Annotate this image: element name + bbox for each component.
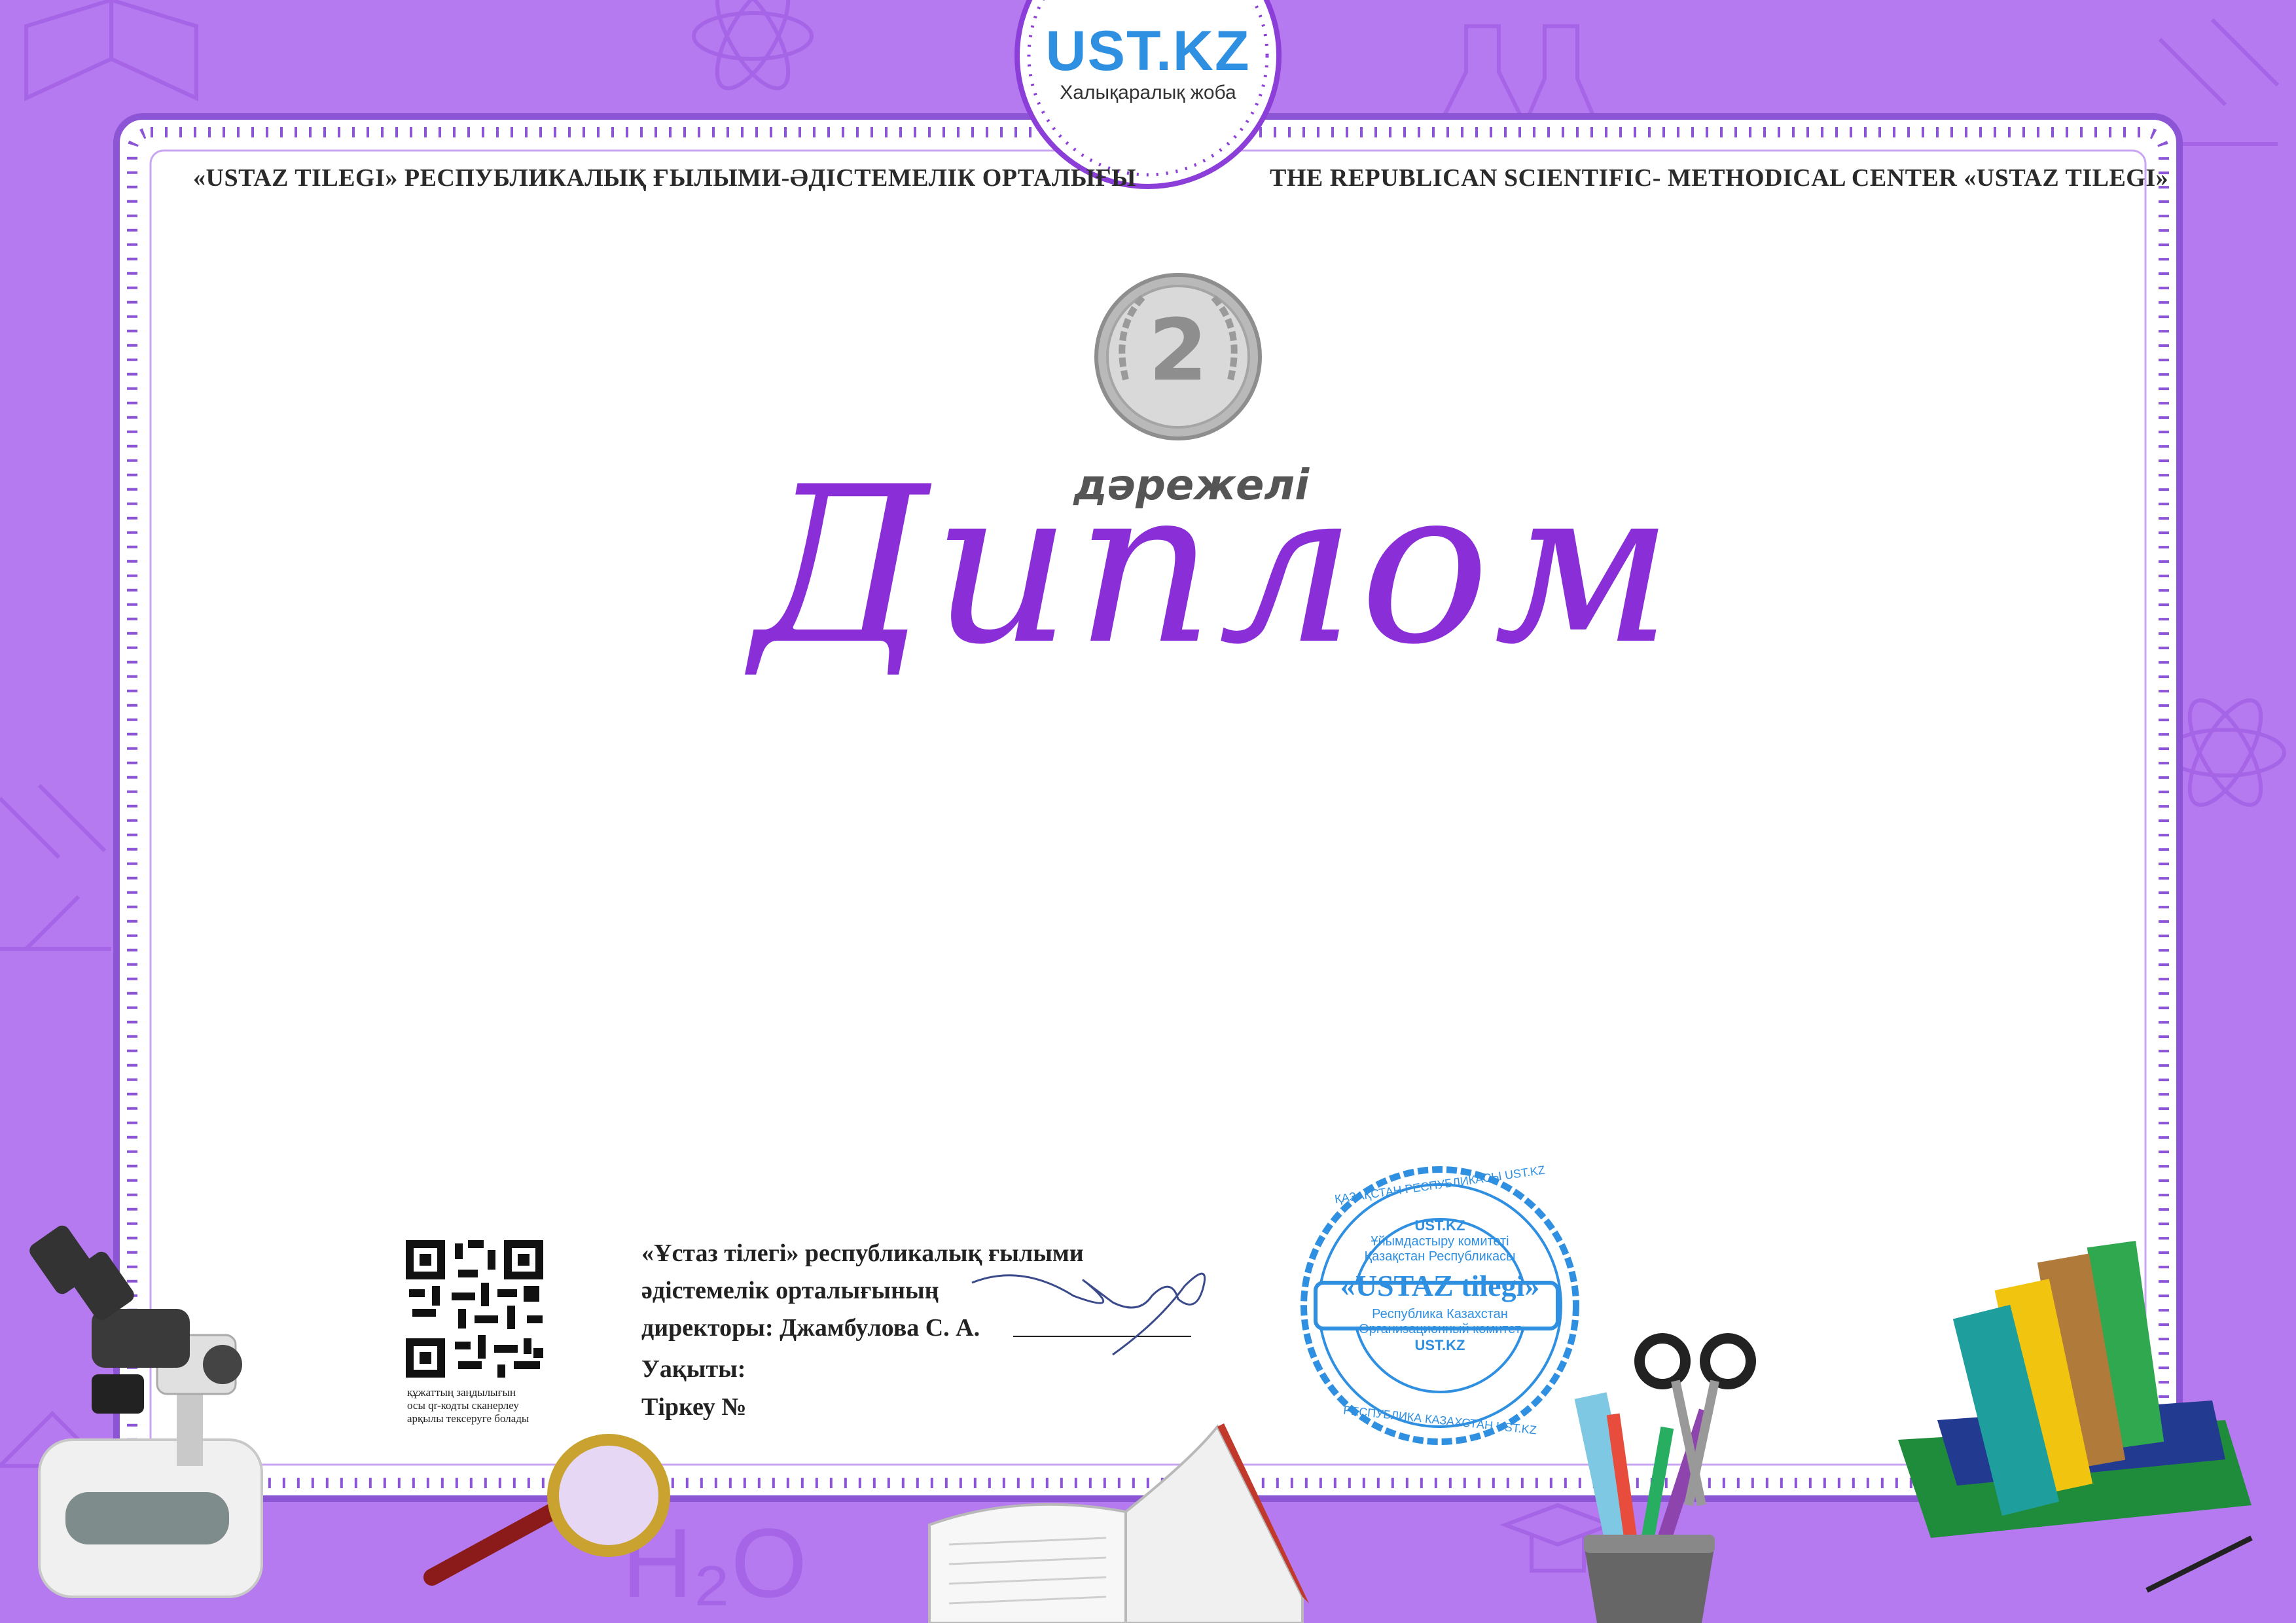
stamp-inner-line: Организационный комитет <box>1359 1322 1521 1336</box>
qr-caption-line: арқылы тексеруге болады <box>407 1412 529 1425</box>
logo-block: UST.KZ Халықаралық жоба <box>1043 23 1253 104</box>
diploma-background: H₂O <box>0 0 2286 1623</box>
qr-caption-line: осы qr-кодты сканерлеу <box>407 1399 519 1412</box>
stamp-inner-line: UST.KZ <box>1414 1217 1465 1234</box>
qr-code <box>406 1240 543 1378</box>
signature-line-3: директоры: Джамбулова С. А. <box>641 1314 980 1342</box>
stamp-inner-line: Республика Казахстан <box>1372 1307 1508 1321</box>
qr-caption: құжаттың заңдылығын осы qr-кодты сканерл… <box>407 1386 577 1425</box>
medal-number: 2 <box>1148 300 1208 400</box>
stamp-inner-line: UST.KZ <box>1414 1337 1465 1353</box>
stamp-inner-line: Қазақстан Республикасы <box>1364 1249 1516 1264</box>
diploma-title: Диплом <box>753 440 1677 692</box>
header-right-text: THE REPUBLICAN SCIENTIFIC- METHODICAL CE… <box>1270 164 2169 192</box>
logo-subtitle: Халықаралық жоба <box>1060 82 1236 103</box>
stamp-inner-line: Ұйымдастыру комитеті <box>1371 1234 1509 1249</box>
stamp-inner-line: «USTAZ tilegi» <box>1340 1269 1540 1302</box>
stamp-text: ҚАЗАҚСТАН РЕСПУБЛИКАСЫ UST.KZ UST.KZ Ұйы… <box>1329 1164 1551 1437</box>
logo-brand: UST.KZ <box>1045 20 1251 82</box>
header-left-text: «USTAZ TILEGI» РЕСПУБЛИКАЛЫҚ ҒЫЛЫМИ-ӘДІС… <box>193 164 1136 192</box>
signature-line-1: «Ұстаз тілегі» республикалық ғылыми <box>641 1240 1084 1267</box>
registration-label: Тіркеу № <box>641 1393 747 1421</box>
qr-caption-line: құжаттың заңдылығын <box>407 1386 516 1399</box>
signature-line-2: әдістемелік орталығының <box>641 1277 939 1304</box>
time-label: Уақыты: <box>641 1355 746 1383</box>
